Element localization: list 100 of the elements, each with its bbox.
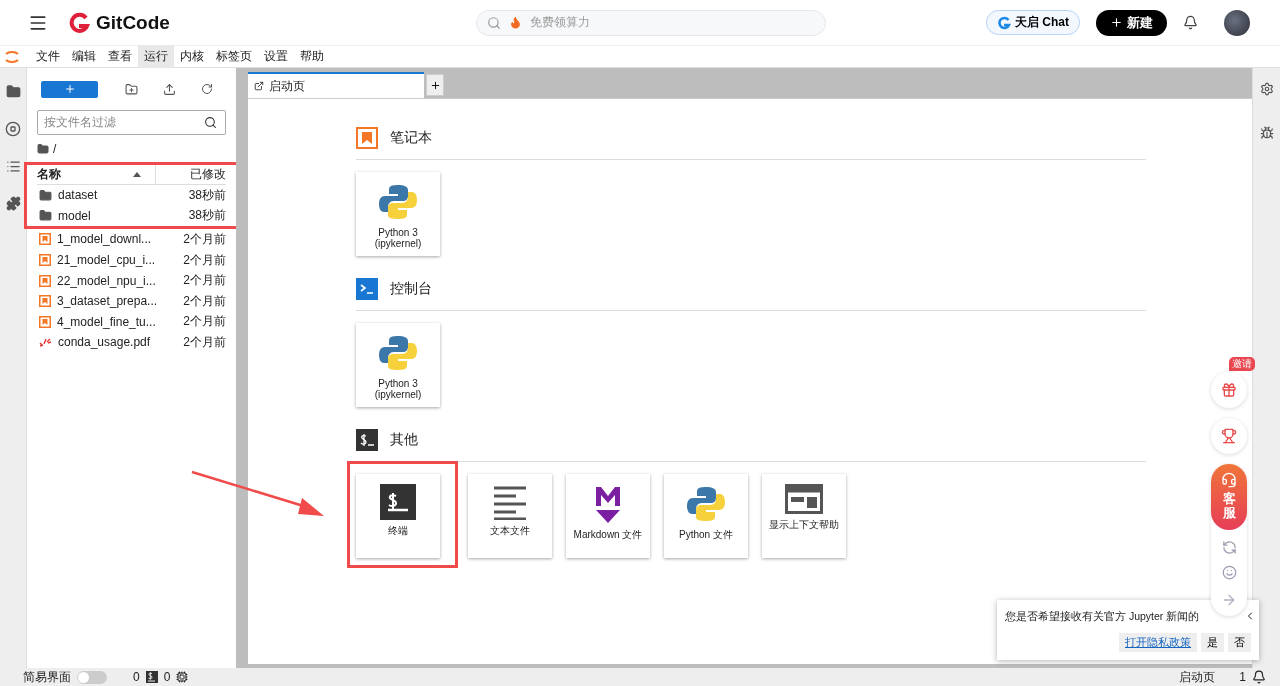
headset-icon (1221, 472, 1237, 488)
avatar[interactable] (1224, 9, 1250, 36)
section-title: 笔记本 (390, 129, 432, 147)
search-icon (204, 116, 217, 129)
menu-item[interactable]: 编辑 (66, 45, 102, 68)
launcher-card[interactable]: Python 3 (ipykernel) (356, 323, 440, 407)
filter-placeholder: 按文件名过滤 (44, 114, 116, 131)
terminal-icon (145, 671, 158, 683)
notification-count: 1 (1239, 670, 1246, 684)
logo-icon (68, 11, 90, 34)
upload-icon[interactable] (162, 82, 176, 96)
launcher-card[interactable]: 终端 (356, 474, 440, 558)
modified-time: 38秒前 (188, 207, 226, 225)
launcher-card[interactable]: Markdown 文件 (566, 474, 650, 558)
card-label: Python 3 (ipykernel) (374, 379, 422, 400)
column-header[interactable]: 已修改 (156, 166, 226, 183)
logo-icon (997, 15, 1011, 30)
search-icon (486, 15, 501, 30)
bell-icon[interactable] (1183, 15, 1198, 30)
plus-icon (63, 83, 76, 95)
markdown-icon (593, 484, 623, 524)
file-name[interactable]: 3_dataset_prepa... (57, 294, 178, 309)
puzzle-icon[interactable] (5, 196, 21, 211)
file-name[interactable]: 4_model_fine_tu... (57, 314, 178, 329)
launcher-card[interactable]: 文本文件 (468, 474, 552, 558)
python-icon (378, 182, 418, 222)
card-label: Python 文件 (679, 530, 733, 541)
card-label: 显示上下文帮助 (769, 520, 839, 531)
launcher-card[interactable]: Python 3 (ipykernel) (356, 172, 440, 256)
plus-icon (429, 79, 441, 91)
sort-caret-icon (133, 172, 141, 177)
folder-icon[interactable] (5, 84, 21, 99)
folder-icon (39, 188, 52, 202)
modified-time: 2个月前 (183, 292, 226, 310)
flame-icon (508, 16, 522, 29)
python-icon (686, 484, 726, 524)
path-text[interactable]: / (53, 141, 57, 156)
privacy-link[interactable]: 打开隐私政策 (1119, 633, 1197, 652)
modified-time: 2个月前 (183, 251, 226, 269)
column-header[interactable]: 名称 (37, 166, 61, 183)
new-folder-icon[interactable] (124, 82, 138, 96)
new-launcher-button[interactable] (41, 80, 99, 98)
search-placeholder: 免费领算力 (529, 14, 590, 31)
menu-item[interactable]: 标签页 (210, 45, 258, 68)
refresh-icon[interactable] (201, 83, 214, 95)
file-name[interactable]: 1_model_downl... (57, 232, 178, 247)
trophy-icon (1221, 428, 1237, 444)
bug-icon[interactable] (1259, 126, 1274, 140)
bookmark-icon (361, 131, 373, 145)
card-label: 文本文件 (490, 526, 530, 537)
menu-item[interactable]: 设置 (258, 45, 294, 68)
section-title: 其他 (390, 431, 418, 449)
menu-item[interactable]: 查看 (102, 45, 138, 68)
notebook-icon (39, 274, 51, 287)
notification-button[interactable]: 是 (1201, 633, 1224, 652)
chip-icon (176, 671, 189, 683)
modified-time: 2个月前 (183, 333, 226, 351)
notebook-icon (39, 295, 51, 308)
filter-field[interactable]: 按文件名过滤 (37, 110, 226, 135)
new-button[interactable]: 新建 (1096, 9, 1167, 36)
refresh-icon[interactable] (1221, 540, 1237, 555)
list-icon[interactable] (5, 159, 21, 174)
smile-icon[interactable] (1221, 565, 1237, 580)
launcher-card[interactable]: 显示上下文帮助 (762, 474, 846, 558)
modified-time: 2个月前 (183, 272, 226, 290)
gift-icon (1221, 382, 1237, 398)
launcher-icon (254, 81, 264, 91)
kernel-count: 0 (133, 670, 140, 684)
menu-item[interactable]: 帮助 (294, 45, 330, 68)
notebook-icon (39, 233, 51, 246)
launcher-card[interactable]: Python 文件 (664, 474, 748, 558)
menu-item[interactable]: 文件 (30, 45, 66, 68)
invite-badge: 邀请 (1229, 357, 1255, 371)
plus-icon (1110, 16, 1123, 29)
terminal-icon (380, 484, 416, 520)
file-name[interactable]: conda_usage.pdf (58, 335, 178, 350)
python-icon (378, 333, 418, 373)
notification-text: 您是否希望接收有关官方 Jupyter 新闻的 (1005, 610, 1200, 624)
file-name[interactable]: 21_model_cpu_i... (57, 253, 178, 268)
modified-time: 2个月前 (183, 231, 226, 248)
menu-item[interactable]: 运行 (138, 45, 174, 68)
folder-icon (37, 142, 49, 155)
tab[interactable]: 启动页 (248, 72, 424, 98)
stop-icon[interactable] (5, 121, 21, 137)
notification-button[interactable]: 否 (1228, 633, 1251, 652)
file-name[interactable]: model (58, 208, 183, 223)
simple-mode-toggle[interactable] (77, 670, 107, 684)
prompt-icon (360, 284, 374, 294)
add-tab-button[interactable] (426, 74, 444, 96)
file-name[interactable]: 22_model_npu_i... (57, 273, 178, 288)
file-name[interactable]: dataset (58, 188, 183, 203)
card-label: Python 3 (ipykernel) (374, 228, 422, 249)
current-tab-label: 启动页 (1179, 668, 1216, 686)
chat-button[interactable]: 天启 Chat (986, 10, 1080, 35)
notebook-icon (39, 315, 51, 328)
service-button[interactable]: 客服 (1211, 464, 1247, 530)
bell-icon[interactable] (1252, 670, 1266, 684)
menu-item[interactable]: 内核 (174, 45, 210, 68)
logo-text: GitCode (96, 11, 170, 34)
card-label: Markdown 文件 (573, 530, 643, 541)
